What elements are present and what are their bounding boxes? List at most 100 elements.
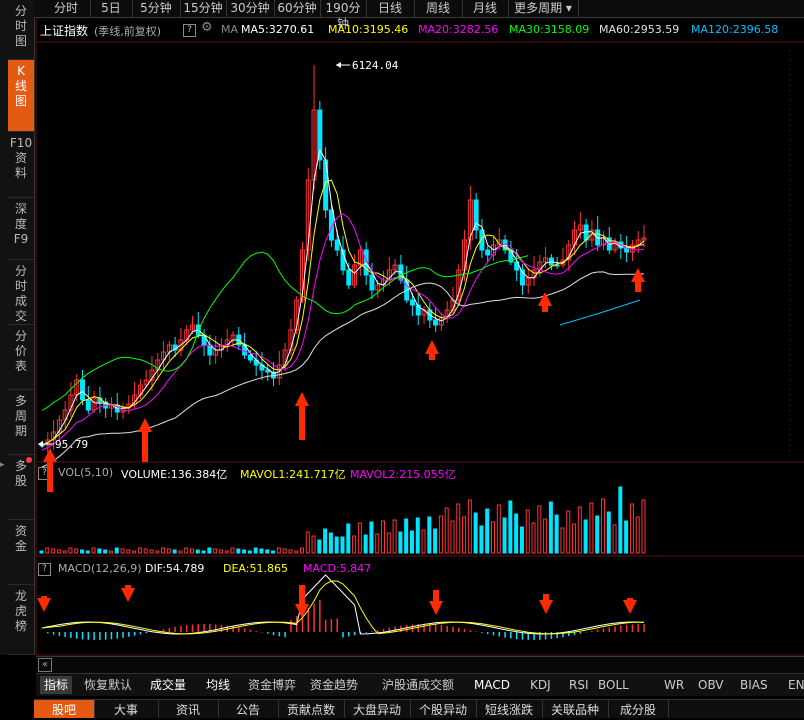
volume-bar xyxy=(80,549,85,554)
volume-bar xyxy=(572,523,577,554)
volume-bar xyxy=(218,549,223,554)
indicator-btn-1[interactable]: 恢复默认 xyxy=(84,676,132,694)
candle-body xyxy=(409,299,415,306)
volume-bar xyxy=(317,539,322,554)
volume-bar xyxy=(502,517,507,554)
bottom-tab-4[interactable]: 贡献点数 xyxy=(278,700,345,718)
bottom-tab-1[interactable]: 大事 xyxy=(94,700,159,718)
volume-bar xyxy=(491,521,495,554)
annotation-arrow xyxy=(43,448,57,492)
indicator-btn-9[interactable]: RSI xyxy=(569,676,589,694)
volume-bar xyxy=(328,532,333,554)
indicator-btn-11[interactable]: WR xyxy=(664,676,684,694)
volume-bar xyxy=(207,547,212,554)
volume-bar xyxy=(635,516,640,554)
indicator-btn-6[interactable]: 沪股通成交额 xyxy=(382,676,454,694)
indicator-btn-8[interactable]: KDJ xyxy=(530,676,551,694)
volume-bar xyxy=(91,547,96,554)
bottom-tab-6[interactable]: 个股异动 xyxy=(410,700,477,718)
annotation-arrow xyxy=(631,268,645,292)
volume-bar xyxy=(612,524,617,554)
bottom-tab-7[interactable]: 短线涨跌 xyxy=(476,700,543,718)
candle-body xyxy=(485,249,491,256)
volume-bar xyxy=(97,548,102,554)
volume-bar xyxy=(409,530,414,554)
indicator-btn-10[interactable]: BOLL xyxy=(598,676,629,694)
kline-chart[interactable]: 6124.04 95.79 xyxy=(0,0,804,717)
volume-bar xyxy=(276,547,281,554)
indicator-btn-7[interactable]: MACD xyxy=(474,676,510,694)
volume-bar xyxy=(485,508,490,554)
volume-bar xyxy=(525,509,530,554)
volume-bar xyxy=(230,547,235,554)
high-pointer-head xyxy=(336,62,341,68)
collapse-icon[interactable]: « xyxy=(38,658,52,672)
volume-bar xyxy=(641,499,646,554)
volume-bar xyxy=(299,547,304,554)
volume-bar xyxy=(531,522,536,554)
volume-bar xyxy=(438,515,443,554)
volume-bar xyxy=(294,550,299,554)
volume-bar xyxy=(496,504,501,554)
volume-bar xyxy=(519,526,524,554)
bottom-tab-9[interactable]: 成分股 xyxy=(608,700,669,718)
bottom-tab-5[interactable]: 大盘异动 xyxy=(344,700,411,718)
bottom-tab-2[interactable]: 资讯 xyxy=(158,700,219,718)
indicator-btn-3[interactable]: 均线 xyxy=(206,676,230,694)
volume-bar xyxy=(548,501,553,554)
volume-bar xyxy=(629,503,634,554)
volume-bar xyxy=(311,535,316,554)
volume-bar xyxy=(259,548,264,554)
volume-bar xyxy=(56,549,61,554)
indicator-btn-12[interactable]: OBV xyxy=(698,676,724,694)
volume-bar xyxy=(213,548,218,554)
volume-bar xyxy=(323,528,328,554)
volume-bar xyxy=(120,548,125,554)
volume-bar xyxy=(114,547,119,554)
volume-bar xyxy=(554,514,559,554)
annotation-arrow xyxy=(121,585,135,602)
volume-bar xyxy=(132,550,137,554)
volume-bar xyxy=(161,547,166,554)
volume-bar xyxy=(456,503,461,554)
volume-bar xyxy=(103,549,108,554)
bottom-tab-3[interactable]: 公告 xyxy=(218,700,279,718)
volume-bar xyxy=(624,520,629,554)
indicator-btn-14[interactable]: ENE xyxy=(788,676,804,694)
indicator-btn-5[interactable]: 资金趋势 xyxy=(310,676,358,694)
annotation-arrow xyxy=(138,418,152,462)
indicator-btn-13[interactable]: BIAS xyxy=(740,676,768,694)
volume-bar xyxy=(143,548,148,554)
volume-bar xyxy=(265,549,270,554)
volume-bar xyxy=(467,499,472,554)
volume-bar xyxy=(514,513,519,554)
volume-bar xyxy=(369,521,374,554)
bottom-tab-8[interactable]: 关联品种 xyxy=(542,700,609,718)
indicator-btn-0[interactable]: 指标 xyxy=(40,676,73,694)
annotation-arrow xyxy=(425,340,439,360)
volume-bar xyxy=(334,536,339,554)
volume-bar xyxy=(381,520,386,554)
ma120-line xyxy=(559,299,641,326)
volume-bar xyxy=(583,519,588,554)
volume-bar xyxy=(415,517,420,554)
volume-bar xyxy=(137,547,142,554)
volume-bar xyxy=(288,549,293,554)
volume-bar xyxy=(247,550,252,554)
volume-bar xyxy=(392,519,397,554)
volume-bar xyxy=(108,550,113,554)
volume-bar xyxy=(74,548,79,554)
volume-bar xyxy=(195,549,200,554)
bottom-tab-0[interactable]: 股吧 xyxy=(34,700,95,718)
volume-bar xyxy=(357,522,362,554)
volume-bar xyxy=(236,548,241,554)
indicator-btn-4[interactable]: 资金博弈 xyxy=(248,676,296,694)
ma60-line xyxy=(41,271,645,468)
volume-bar xyxy=(589,502,594,554)
volume-bar xyxy=(62,550,67,554)
low-price-label: 95.79 xyxy=(55,438,88,451)
indicator-btn-2[interactable]: 成交量 xyxy=(150,676,186,694)
volume-bar xyxy=(282,548,287,554)
volume-bar xyxy=(421,529,426,554)
candle-body xyxy=(80,379,86,401)
